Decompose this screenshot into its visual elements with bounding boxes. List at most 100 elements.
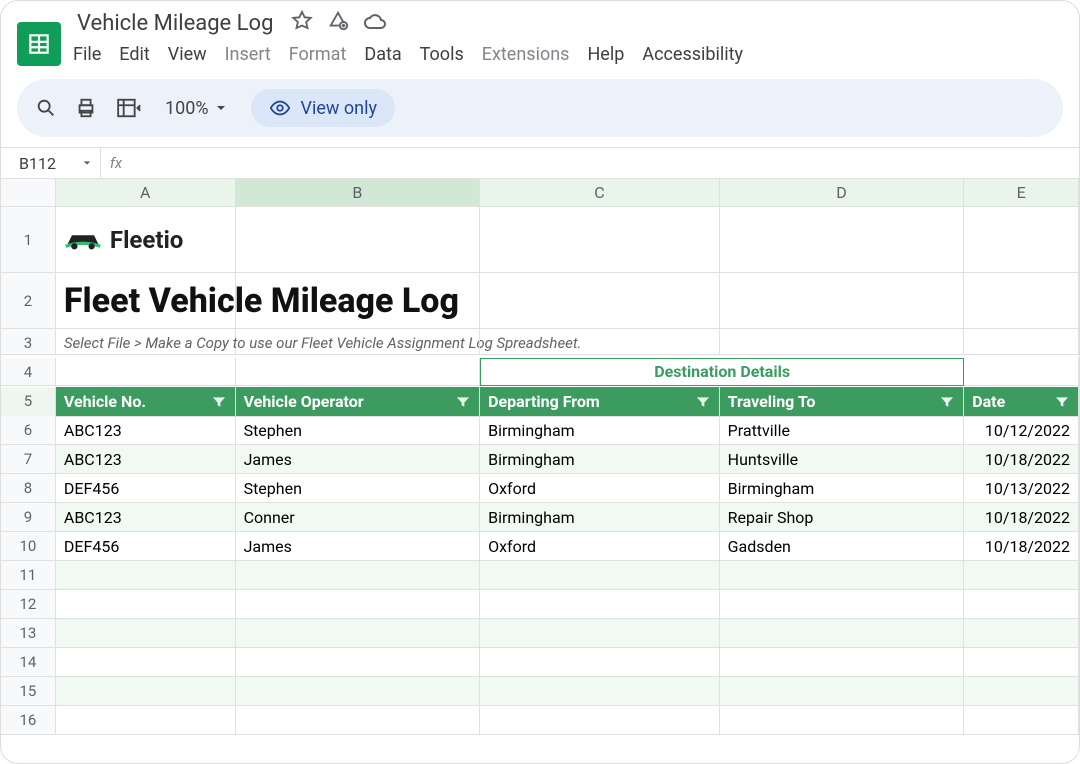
cell-operator[interactable]: James [236, 532, 481, 561]
filter-icon[interactable] [939, 394, 955, 410]
cell[interactable]: Select File > Make a Copy to use our Fle… [56, 329, 236, 355]
star-icon[interactable] [291, 10, 313, 38]
print-icon[interactable] [75, 97, 97, 119]
cell-operator[interactable]: Conner [236, 503, 481, 532]
filter-icon[interactable] [1054, 394, 1070, 410]
cell[interactable] [480, 677, 720, 706]
cloud-status-icon[interactable] [363, 10, 387, 38]
cell[interactable] [480, 561, 720, 590]
cell[interactable] [964, 358, 1079, 386]
col-header-b[interactable]: B [236, 179, 481, 207]
row-header[interactable]: 4 [1, 358, 56, 386]
cell-vehicle-no[interactable]: DEF456 [56, 474, 236, 503]
filter-icon[interactable] [695, 394, 711, 410]
row-header[interactable]: 6 [1, 416, 56, 445]
menu-extensions[interactable]: Extensions [482, 44, 570, 65]
menu-insert[interactable]: Insert [225, 44, 271, 65]
cell[interactable] [480, 590, 720, 619]
cell[interactable] [720, 706, 965, 735]
col-header-e[interactable]: E [964, 179, 1079, 207]
formula-input[interactable] [131, 148, 1079, 178]
row-header[interactable]: 1 [1, 207, 56, 273]
col-header-c[interactable]: C [480, 179, 720, 207]
cell-vehicle-no[interactable]: ABC123 [56, 445, 236, 474]
cell-traveling[interactable]: Prattville [720, 416, 965, 445]
cell[interactable] [236, 561, 481, 590]
cell[interactable] [56, 358, 236, 386]
cell[interactable] [236, 706, 481, 735]
cell[interactable] [720, 677, 965, 706]
row-header[interactable]: 3 [1, 329, 56, 355]
cell[interactable] [236, 273, 480, 329]
cell-vehicle-no[interactable]: DEF456 [56, 532, 236, 561]
cell[interactable] [964, 619, 1079, 648]
cell[interactable] [964, 648, 1079, 677]
menu-format[interactable]: Format [289, 44, 347, 65]
cell[interactable] [56, 648, 236, 677]
cell-traveling[interactable]: Gadsden [720, 532, 965, 561]
header-operator[interactable]: Vehicle Operator [236, 387, 481, 417]
menu-tools[interactable]: Tools [420, 44, 464, 65]
select-all-corner[interactable] [1, 179, 56, 207]
row-header[interactable]: 9 [1, 503, 56, 532]
cell[interactable] [720, 561, 965, 590]
zoom-dropdown[interactable]: 100% [165, 98, 227, 119]
cell[interactable] [964, 590, 1079, 619]
cell[interactable]: Fleet Vehicle Mileage Log [56, 273, 236, 329]
cell[interactable] [964, 207, 1079, 273]
cell[interactable] [480, 329, 719, 355]
header-traveling[interactable]: Traveling To [720, 387, 965, 417]
row-header[interactable]: 12 [1, 590, 56, 619]
menu-data[interactable]: Data [364, 44, 401, 65]
header-vehicle-no[interactable]: Vehicle No. [56, 387, 236, 417]
row-header[interactable]: 7 [1, 445, 56, 474]
cell[interactable] [720, 590, 965, 619]
cell[interactable] [56, 706, 236, 735]
cell[interactable] [236, 648, 481, 677]
menu-edit[interactable]: Edit [119, 44, 149, 65]
cell-departing[interactable]: Birmingham [480, 445, 720, 474]
document-title[interactable]: Vehicle Mileage Log [73, 9, 277, 38]
cell[interactable] [56, 561, 236, 590]
cell[interactable] [236, 329, 480, 355]
row-header[interactable]: 11 [1, 561, 56, 590]
cell-date[interactable]: 10/18/2022 [964, 503, 1079, 532]
row-header[interactable]: 10 [1, 532, 56, 561]
cell[interactable]: Fleetio [56, 207, 236, 273]
cell-traveling[interactable]: Birmingham [720, 474, 965, 503]
filter-icon[interactable] [455, 394, 471, 410]
cell[interactable] [236, 207, 481, 273]
cell[interactable] [480, 273, 719, 329]
search-icon[interactable] [35, 97, 57, 119]
cell[interactable] [720, 207, 965, 273]
cell[interactable] [56, 619, 236, 648]
row-header[interactable]: 13 [1, 619, 56, 648]
cell[interactable] [480, 706, 720, 735]
cell-operator[interactable]: Stephen [236, 416, 481, 445]
cell[interactable] [964, 561, 1079, 590]
cell[interactable] [720, 273, 964, 329]
cell-vehicle-no[interactable]: ABC123 [56, 416, 236, 445]
move-icon[interactable] [327, 10, 349, 38]
row-header[interactable]: 14 [1, 648, 56, 677]
cell[interactable] [236, 358, 481, 386]
menu-view[interactable]: View [168, 44, 207, 65]
cell[interactable] [720, 329, 964, 355]
cell[interactable] [480, 648, 720, 677]
name-box[interactable]: B112 [1, 148, 101, 178]
filter-views-icon[interactable] [115, 97, 147, 119]
row-header[interactable]: 16 [1, 706, 56, 735]
cell-traveling[interactable]: Repair Shop [720, 503, 965, 532]
sheets-app-icon[interactable] [17, 22, 61, 66]
menu-help[interactable]: Help [587, 44, 624, 65]
cell-departing[interactable]: Oxford [480, 474, 720, 503]
cell[interactable] [236, 677, 481, 706]
cell[interactable] [720, 619, 965, 648]
cell-date[interactable]: 10/18/2022 [964, 532, 1079, 561]
row-header[interactable]: 2 [1, 273, 56, 329]
cell[interactable] [56, 590, 236, 619]
cell[interactable] [964, 677, 1079, 706]
cell-date[interactable]: 10/18/2022 [964, 445, 1079, 474]
cell-operator[interactable]: Stephen [236, 474, 481, 503]
cell[interactable] [720, 648, 965, 677]
